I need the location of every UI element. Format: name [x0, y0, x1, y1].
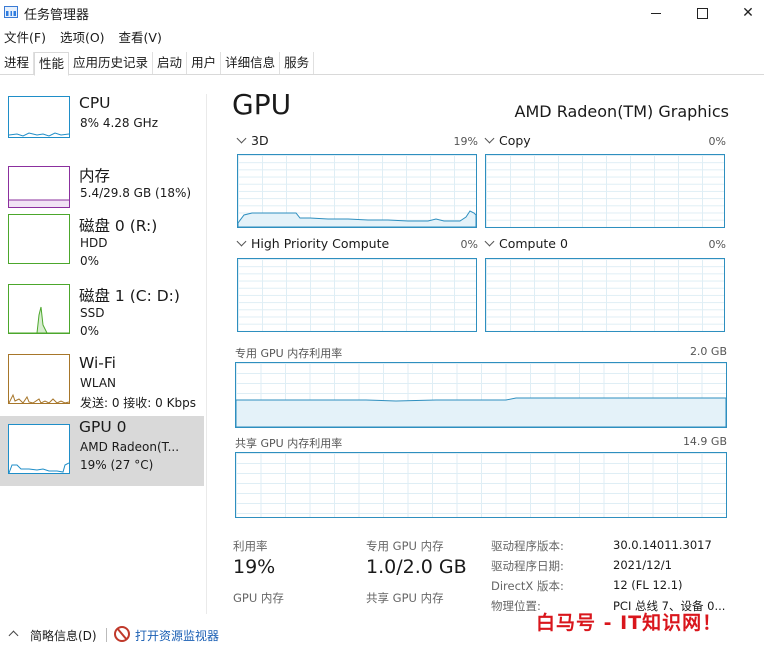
tab-bar: 进程 性能 应用历史记录 启动 用户 详细信息 服务: [0, 52, 764, 76]
sidebar-item-detail: 0%: [80, 254, 100, 268]
sidebar-item-name: 磁盘 0 (R:): [79, 217, 158, 235]
engine-selector-copy[interactable]: Copy: [484, 133, 531, 148]
footer-divider: [106, 628, 107, 642]
sidebar-item-detail: 0%: [80, 324, 100, 338]
page-title: GPU: [232, 88, 292, 121]
engine-graph-high-priority-compute: [237, 258, 477, 332]
engine-max-pct: 0%: [460, 238, 478, 251]
sidebar-divider: [206, 94, 207, 614]
wifi-thumbnail-graph: [8, 354, 70, 404]
engine-max-pct: 19%: [453, 135, 478, 148]
fewer-details-button[interactable]: 简略信息(D): [30, 627, 97, 644]
directx-version-label: DirectX 版本:: [491, 579, 564, 593]
engine-selector-3d[interactable]: 3D: [236, 133, 269, 148]
close-button[interactable]: ✕: [725, 0, 764, 26]
shared-memory-max: 14.9 GB: [682, 435, 727, 448]
gpu-model-name: AMD Radeon(TM) Graphics: [514, 102, 729, 121]
gpu-thumbnail-graph: [8, 424, 70, 474]
cpu-thumbnail-graph: [8, 96, 70, 138]
sidebar-item-name: GPU 0: [79, 418, 127, 436]
engine-selector-compute-0[interactable]: Compute 0: [484, 236, 568, 251]
tab-app-history[interactable]: 应用历史记录: [69, 52, 154, 74]
sidebar-item-disk-1[interactable]: 磁盘 1 (C: D:) SSD 0%: [0, 282, 204, 352]
chevron-down-icon: [484, 133, 495, 144]
shared-memory-graph: [235, 452, 727, 518]
maximize-button[interactable]: [679, 0, 725, 26]
engine-graph-3d: [237, 154, 477, 228]
driver-version-value: 30.0.14011.3017: [613, 538, 712, 552]
tab-startup[interactable]: 启动: [153, 52, 188, 74]
dedicated-memory-graph: [235, 362, 727, 428]
sidebar-item-detail: HDD: [80, 236, 108, 250]
driver-version-label: 驱动程序版本:: [491, 539, 564, 553]
sidebar-item-cpu[interactable]: CPU 8% 4.28 GHz: [0, 92, 204, 162]
sidebar-item-gpu-0[interactable]: GPU 0 AMD Radeon(T... 19% (27 °C): [0, 416, 204, 486]
sidebar-item-detail: 发送: 0 接收: 0 Kbps: [80, 396, 196, 410]
sidebar-item-detail: 8% 4.28 GHz: [80, 116, 159, 130]
shared-memory-stat-label: 共享 GPU 内存: [366, 591, 444, 605]
sidebar-item-detail: SSD: [80, 306, 105, 320]
driver-date-label: 驱动程序日期:: [491, 559, 564, 573]
utilization-value: 19%: [233, 556, 276, 578]
sidebar-item-detail: 5.4/29.8 GB (18%): [80, 186, 192, 200]
disk-1-thumbnail-graph: [8, 284, 70, 334]
dedicated-memory-stat-value: 1.0/2.0 GB: [366, 556, 467, 578]
shared-memory-label: 共享 GPU 内存利用率: [235, 437, 343, 450]
sidebar-item-name: 内存: [79, 167, 111, 185]
tab-details[interactable]: 详细信息: [221, 52, 281, 74]
engine-max-pct: 0%: [708, 238, 726, 251]
sidebar-item-name: 磁盘 1 (C: D:): [79, 287, 180, 305]
task-manager-icon: [4, 6, 18, 18]
engine-graph-copy: [485, 154, 725, 228]
chevron-down-icon: [484, 236, 495, 247]
dedicated-memory-max: 2.0 GB: [689, 345, 727, 358]
engine-label: High Priority Compute: [251, 236, 390, 251]
menu-view[interactable]: 查看(V): [115, 28, 166, 48]
engine-label: Compute 0: [499, 236, 568, 251]
sidebar-item-name: Wi-Fi: [79, 354, 116, 372]
minimize-button[interactable]: [633, 0, 679, 26]
tab-services[interactable]: 服务: [280, 52, 315, 74]
window-title: 任务管理器: [24, 8, 90, 23]
utilization-label: 利用率: [233, 539, 268, 553]
sidebar-item-disk-0[interactable]: 磁盘 0 (R:) HDD 0%: [0, 212, 204, 282]
disk-0-thumbnail-graph: [8, 214, 70, 264]
dedicated-memory-label: 专用 GPU 内存利用率: [235, 347, 343, 360]
engine-label: Copy: [499, 133, 531, 148]
gpu-memory-stat-label: GPU 内存: [233, 591, 284, 605]
tab-performance[interactable]: 性能: [34, 52, 70, 76]
driver-date-value: 2021/12/1: [613, 558, 672, 572]
menu-bar: 文件(F) 选项(O) 查看(V): [0, 28, 172, 48]
tab-processes[interactable]: 进程: [0, 52, 35, 74]
sidebar-item-detail: AMD Radeon(T...: [80, 440, 180, 454]
sidebar-item-detail: 19% (27 °C): [80, 458, 154, 472]
engine-selector-high-priority-compute[interactable]: High Priority Compute: [236, 236, 389, 251]
chevron-up-icon[interactable]: [8, 630, 19, 641]
dedicated-memory-stat-label: 专用 GPU 内存: [366, 539, 444, 553]
chevron-down-icon: [236, 133, 247, 144]
resource-monitor-icon[interactable]: [114, 626, 130, 642]
directx-version-value: 12 (FL 12.1): [613, 578, 683, 592]
title-bar: 任务管理器 ✕: [0, 0, 764, 26]
chevron-down-icon: [236, 236, 247, 247]
sidebar-item-wifi[interactable]: Wi-Fi WLAN 发送: 0 接收: 0 Kbps: [0, 352, 204, 422]
engine-graph-compute-0: [485, 258, 725, 332]
open-resource-monitor-link[interactable]: 打开资源监视器: [135, 627, 219, 644]
engine-label: 3D: [251, 133, 269, 148]
menu-file[interactable]: 文件(F): [0, 28, 50, 48]
physical-location-label: 物理位置:: [491, 599, 541, 613]
engine-max-pct: 0%: [708, 135, 726, 148]
watermark-text: 白马号 - IT知识网！: [536, 612, 723, 634]
tab-users[interactable]: 用户: [187, 52, 222, 74]
menu-options[interactable]: 选项(O): [56, 28, 109, 48]
memory-thumbnail-graph: [8, 166, 70, 208]
sidebar-item-detail: WLAN: [80, 376, 117, 390]
sidebar-item-name: CPU: [79, 94, 111, 112]
